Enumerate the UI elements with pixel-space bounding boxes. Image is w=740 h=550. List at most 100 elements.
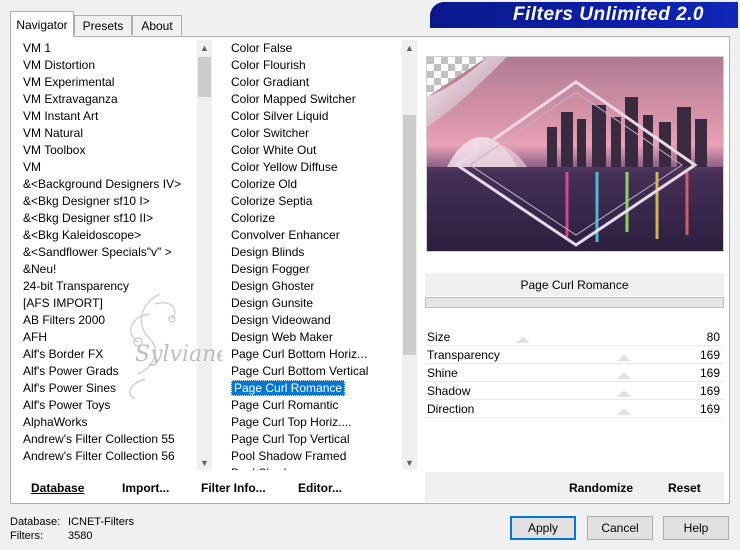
filter-item[interactable]: Color False [222,40,402,57]
filter-item-label: Color Yellow Diffuse [231,160,338,174]
category-list[interactable]: VM 1 VM Distortion VM Experimental VM Extra… [15,40,197,470]
filter-item[interactable]: Page Curl Bottom Horiz... [222,346,402,363]
category-item[interactable]: VM Distortion [15,57,197,74]
filter-item-label: Color False [231,41,293,55]
filter-item-label: Design Blinds [231,245,305,259]
category-item[interactable]: VM Toolbox [15,142,197,159]
scrollbar-thumb[interactable] [403,115,416,355]
filter-item[interactable]: Color Gradiant [222,74,402,91]
randomize-button[interactable]: Randomize [569,481,633,495]
chevron-up-icon[interactable]: ▲ [402,40,417,55]
filter-item-label: Page Curl Top Horiz.... [231,415,352,429]
category-item[interactable]: VM Extravaganza [15,91,197,108]
category-item[interactable]: Alf's Power Toys [15,397,197,414]
category-item[interactable]: [AFS IMPORT] [15,295,197,312]
filter-item[interactable]: Design Videowand [222,312,402,329]
param-row[interactable]: Shadow 169 [425,382,724,400]
filter-item-label: Page Curl Bottom Horiz... [231,347,368,361]
category-item[interactable]: AB Filters 2000 [15,312,197,329]
param-value: 80 [706,330,720,344]
category-item[interactable]: Alf's Power Sines [15,380,197,397]
filter-item-label: Design Gunsite [231,296,314,310]
filter-item[interactable]: Design Ghoster [222,278,402,295]
cancel-button[interactable]: Cancel [587,516,653,540]
category-item[interactable]: VM Natural [15,125,197,142]
category-item[interactable]: AlphaWorks [15,414,197,431]
param-row[interactable]: Shine 169 [425,364,724,382]
filter-item-label: Design Web Maker [231,330,333,344]
database-button[interactable]: Database [31,481,84,495]
filter-item[interactable]: Pool Shadow [222,465,402,470]
filter-item[interactable]: Page Curl Bottom Vertical [222,363,402,380]
param-slider-thumb[interactable] [617,354,631,361]
param-slider-thumb[interactable] [516,336,530,343]
param-slider-thumb[interactable] [617,390,631,397]
editor-button[interactable]: Editor... [298,481,342,495]
status-filters-label: Filters: [10,530,43,542]
category-item[interactable]: &<Sandflower Specials"v" > [15,244,197,261]
filter-item[interactable]: Page Curl Top Horiz.... [222,414,402,431]
filter-item[interactable]: Color Switcher [222,125,402,142]
category-item[interactable]: &<Bkg Designer sf10 I> [15,193,197,210]
filter-item[interactable]: Color Mapped Switcher [222,91,402,108]
category-item[interactable]: VM [15,159,197,176]
apply-button[interactable]: Apply [510,516,576,540]
param-slider-thumb[interactable] [617,408,631,415]
filter-scrollbar[interactable]: ▲ ▼ [402,40,417,470]
category-item[interactable]: &<Background Designers IV> [15,176,197,193]
filter-item[interactable]: Pool Shadow Framed [222,448,402,465]
control-bar [425,297,724,308]
filter-item[interactable]: Design Gunsite [222,295,402,312]
filter-item[interactable]: Color Silver Liquid [222,108,402,125]
filter-item[interactable]: Color Flourish [222,57,402,74]
filter-item[interactable]: Design Fogger [222,261,402,278]
category-item[interactable]: &<Bkg Kaleidoscope> [15,227,197,244]
category-scrollbar[interactable]: ▲ ▼ [197,40,212,470]
filter-info-button[interactable]: Filter Info... [201,481,266,495]
filter-item[interactable]: Page Curl Romantic [222,397,402,414]
category-item[interactable]: VM Experimental [15,74,197,91]
param-row[interactable]: Direction 169 [425,400,724,418]
category-item[interactable]: Alf's Border FX [15,346,197,363]
filter-item-label: Page Curl Top Vertical [231,432,350,446]
filter-item[interactable]: Color White Out [222,142,402,159]
filter-item[interactable]: Page Curl Top Vertical [222,431,402,448]
tab-presets[interactable]: Presets [74,15,132,35]
chevron-up-icon[interactable]: ▲ [197,40,212,55]
param-row[interactable]: Transparency 169 [425,346,724,364]
filter-item[interactable]: Colorize Septia [222,193,402,210]
param-slider-thumb[interactable] [617,372,631,379]
filter-item-label: Design Videowand [231,313,331,327]
category-item[interactable]: &Neu! [15,261,197,278]
chevron-down-icon[interactable]: ▼ [197,455,212,470]
filter-item[interactable]: Color Yellow Diffuse [222,159,402,176]
category-item[interactable]: &<Bkg Designer sf10 II> [15,210,197,227]
filter-item[interactable]: Design Blinds [222,244,402,261]
filter-item[interactable]: Convolver Enhancer [222,227,402,244]
category-item[interactable]: Andrew's Filter Collection 55 [15,431,197,448]
filter-item-label: Color Switcher [231,126,310,140]
scrollbar-thumb[interactable] [198,57,211,97]
chevron-down-icon[interactable]: ▼ [402,455,417,470]
filter-item[interactable]: Colorize Old [222,176,402,193]
filter-item[interactable]: Colorize [222,210,402,227]
category-item[interactable]: VM 1 [15,40,197,57]
category-item[interactable]: VM Instant Art [15,108,197,125]
reset-button[interactable]: Reset [668,481,701,495]
filter-list[interactable]: Color False Color Flourish Color Gradiant C… [222,40,402,470]
param-value: 169 [699,366,720,380]
tab-navigator[interactable]: Navigator [10,11,74,37]
filter-item-label: Pool Shadow [231,466,302,470]
filter-item-label: Color White Out [231,143,317,157]
category-item[interactable]: 24-bit Transparency [15,278,197,295]
filter-item[interactable]: Design Web Maker [222,329,402,346]
category-item[interactable]: AFH [15,329,197,346]
filter-item-selected[interactable]: Page Curl Romance [222,380,402,397]
help-button[interactable]: Help [663,516,729,540]
category-item[interactable]: Andrew's Filter Collection 56 [15,448,197,465]
category-item[interactable]: Alf's Power Grads [15,363,197,380]
param-row[interactable]: Size 80 [425,328,724,346]
status-filters: Filters: 3580 [10,530,92,542]
import-button[interactable]: Import... [122,481,169,495]
tab-about[interactable]: About [132,15,182,35]
